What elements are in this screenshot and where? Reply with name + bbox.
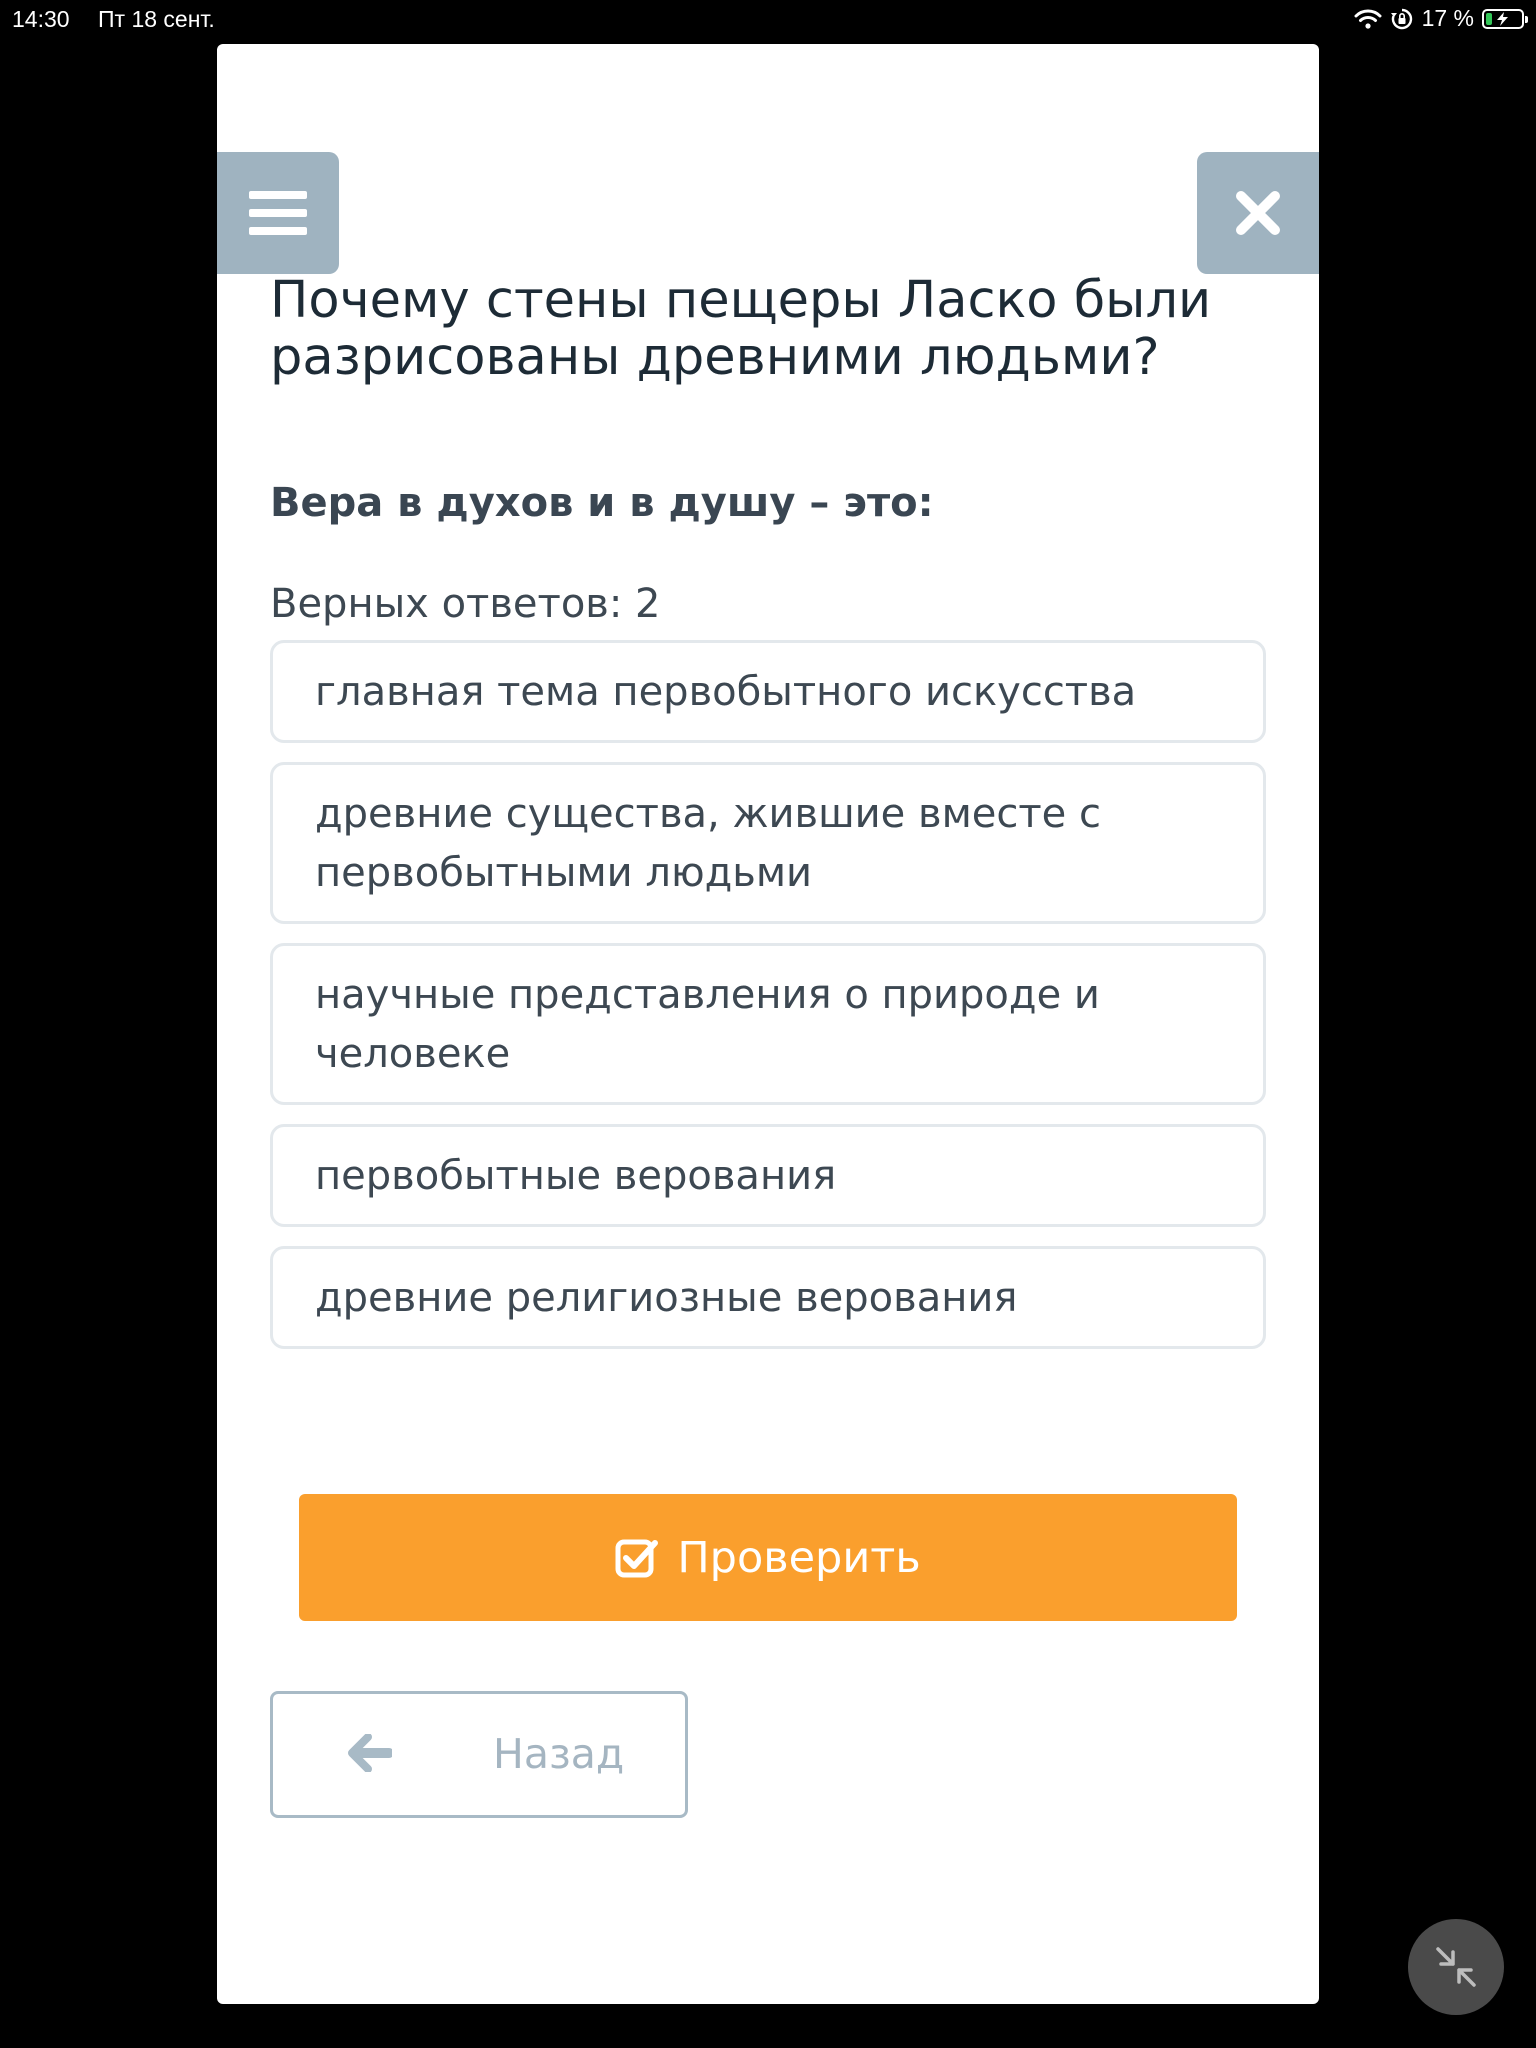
collapse-button[interactable] [1408,1919,1504,2015]
status-bar: 14:30 Пт 18 сент. 17 % [0,0,1536,40]
menu-button[interactable] [217,152,339,274]
question-title: Почему стены пещеры Ласко были разрисова… [270,271,1212,387]
answer-option[interactable]: главная тема первобытного искусства [270,640,1266,743]
answer-option[interactable]: древние религиозные верования [270,1246,1266,1349]
question-text: Вера в духов и в душу – это: [270,480,934,526]
orientation-lock-icon [1390,8,1412,29]
answer-option[interactable]: древние существа, жившие вместе с первоб… [270,762,1266,924]
status-date: Пт 18 сент. [98,6,215,32]
quiz-card: Почему стены пещеры Ласко были разрисова… [217,44,1319,2004]
answer-option[interactable]: научные представления о природе и челове… [270,943,1266,1105]
battery-percent: 17 % [1421,5,1474,31]
back-button[interactable]: Назад [270,1691,688,1818]
answer-option[interactable]: первобытные верования [270,1124,1266,1227]
correct-answers-count: Верных ответов: 2 [270,581,661,627]
answer-options: главная тема первобытного искусства древ… [270,640,1266,1368]
battery-charging-icon [1482,8,1528,29]
wifi-icon [1354,9,1382,29]
status-time: 14:30 [12,6,70,32]
close-button[interactable] [1197,152,1319,274]
check-button-label: Проверить [677,1532,921,1583]
back-button-label: Назад [493,1730,625,1778]
arrow-left-icon [348,1734,392,1772]
status-indicators: 17 % [1354,5,1528,32]
collapse-icon [1436,1947,1476,1987]
check-button[interactable]: Проверить [299,1494,1237,1621]
menu-icon [249,191,307,235]
close-icon [1236,191,1280,235]
checkbox-checked-icon [615,1539,659,1577]
